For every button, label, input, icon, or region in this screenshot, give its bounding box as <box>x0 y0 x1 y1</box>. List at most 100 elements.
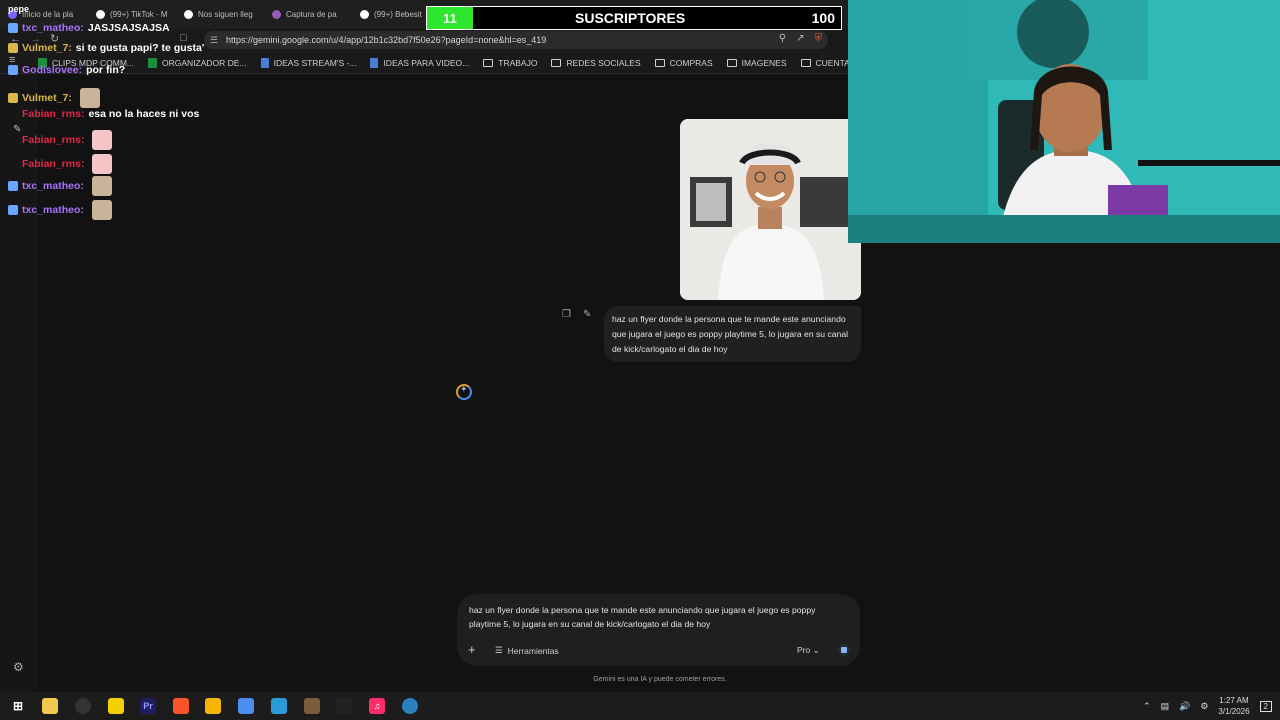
chat-badge-icon <box>8 159 18 169</box>
tab-favicon-icon <box>360 9 369 19</box>
url-text: https://gemini.google.com/u/4/app/12b1c3… <box>226 35 547 45</box>
tab-label: Nos siguen lleg <box>198 9 253 19</box>
tools-button[interactable]: ☰ Herramientas <box>495 645 559 656</box>
folder-icon <box>800 58 811 67</box>
disclaimer: Gemini es una IA y puede cometer errores… <box>593 676 727 683</box>
chat-badge-icon <box>8 109 18 119</box>
subscriber-count: 11 <box>443 10 457 26</box>
chat-badge-icon <box>8 23 18 33</box>
capcut-icon[interactable] <box>336 698 352 714</box>
chat-badge-icon <box>8 65 18 75</box>
subscriber-progress-fill: 11 <box>427 7 473 29</box>
minecraft-icon[interactable] <box>304 698 320 714</box>
tab-label: Inicio de la pla <box>22 9 74 19</box>
document-icon[interactable] <box>238 698 254 714</box>
chat-message: txc_matheo: <box>8 176 112 196</box>
chat-username[interactable]: Fabian_rms: <box>22 108 84 120</box>
chat-message: Vulmet_7: si te gusta papi? te gusta' <box>8 42 204 54</box>
site-settings-icon[interactable]: ☰ <box>210 35 218 46</box>
bookmark-item[interactable]: ORGANIZADOR DE... <box>148 57 247 68</box>
system-tray: ⌃ ▤ 🔊 ⚙ 1:27 AM 3/1/2026 2 <box>1143 692 1272 720</box>
brave-icon[interactable] <box>173 698 189 714</box>
screen: Inicio de la pla (99+) TikTok - M Nos sigu… <box>0 0 1280 720</box>
chat-username[interactable]: Vulmet_7: <box>22 42 72 54</box>
bookmark-item[interactable]: IDEAS PARA VIDEO... <box>370 57 469 68</box>
emote-icon <box>91 176 112 196</box>
chat-username[interactable]: Fabian_rms: <box>22 158 84 170</box>
chat-text: JASJSAJSAJSA <box>87 22 170 34</box>
browser-tab[interactable]: Nos siguen lleg <box>176 0 264 28</box>
notepad-icon[interactable] <box>205 698 221 714</box>
folder-icon <box>726 58 737 67</box>
chat-message: Fabian_rms: esa no la haces ni vos <box>8 108 199 120</box>
share-icon[interactable]: ↗ <box>796 33 804 44</box>
prompt-input[interactable]: haz un flyer donde la persona que te man… <box>469 603 839 631</box>
chat-username[interactable]: Vulmet_7: <box>22 92 72 104</box>
chat-username[interactable]: Godislovee: <box>22 64 82 76</box>
app-icon[interactable] <box>271 698 287 714</box>
chat-badge-icon <box>8 181 18 191</box>
chat-message: txc_matheo: <box>8 200 112 220</box>
folder-icon <box>654 58 665 67</box>
file-explorer-icon[interactable] <box>42 698 58 714</box>
notes-icon[interactable] <box>108 698 124 714</box>
user-prompt-bubble: haz un flyer donde la persona que te man… <box>604 306 861 362</box>
network-icon[interactable]: ▤ <box>1161 701 1170 712</box>
windows-taskbar: ⊞ Pr ♫ ⌃ ▤ 🔊 ⚙ 1:27 AM 3/1/2026 2 <box>0 692 1280 720</box>
model-selector[interactable]: Pro ⌄ <box>797 645 820 656</box>
user-prompt-text: haz un flyer donde la persona que te man… <box>612 314 849 354</box>
folder-icon <box>551 58 562 67</box>
chat-message: Fabian_rms: <box>8 154 113 174</box>
clock[interactable]: 1:27 AM 3/1/2026 <box>1218 695 1249 717</box>
streamer-illustration <box>848 0 1280 243</box>
add-attachment-icon[interactable]: + <box>468 642 476 657</box>
loading-spinner: ✦ <box>456 384 472 400</box>
tiktok-icon[interactable]: ♫ <box>369 698 385 714</box>
chat-message: Vulmet_7: <box>8 88 100 108</box>
folder-icon <box>483 58 494 67</box>
bookmarks-bar: CLIPS MDP COMM... ORGANIZADOR DE... IDEAS … <box>0 52 927 74</box>
notification-icon[interactable]: 2 <box>1259 700 1272 712</box>
subscriber-goal: 100 <box>811 10 835 26</box>
uploaded-photo[interactable] <box>680 119 861 300</box>
chat-username[interactable]: Fabian_rms: <box>22 134 84 146</box>
bookmark-item[interactable]: TRABAJO <box>483 58 537 68</box>
prompt-composer[interactable]: haz un flyer donde la persona que te man… <box>457 594 860 666</box>
stop-button[interactable] <box>838 644 850 656</box>
tools-label: Herramientas <box>507 645 559 656</box>
settings-icon[interactable]: ⚙ <box>13 660 24 674</box>
bookmark-item[interactable]: REDES SOCIALES <box>551 58 641 68</box>
chat-badge-icon <box>8 93 18 103</box>
address-bar[interactable]: ☰ https://gemini.google.com/u/4/app/12b1… <box>204 31 828 49</box>
bookmark-item[interactable]: IDEAS STREAM'S -... <box>260 57 356 68</box>
volume-icon[interactable]: 🔊 <box>1179 701 1190 712</box>
copy-icon[interactable]: ❐ <box>562 309 571 320</box>
chat-badge-icon <box>8 135 18 145</box>
tab-favicon-icon <box>184 9 193 19</box>
settings-tray-icon[interactable]: ⚙ <box>1200 701 1208 712</box>
tab-favicon-icon <box>96 9 105 19</box>
gemini-sparkle-icon: ✦ <box>460 384 468 394</box>
emote-icon <box>92 154 113 174</box>
chat-username[interactable]: txc_matheo: <box>22 204 84 216</box>
browser-tab[interactable]: Captura de pa <box>264 0 352 28</box>
chat-text: si te gusta papi? te gusta' <box>75 42 205 54</box>
bookmark-item[interactable]: COMPRAS <box>654 58 713 68</box>
edit-icon[interactable]: ✎ <box>583 309 591 320</box>
windows-start-icon[interactable]: ⊞ <box>10 698 26 714</box>
obs-icon[interactable] <box>75 698 91 714</box>
brave-shield-icon[interactable]: ⛨ <box>815 33 823 44</box>
premiere-icon[interactable]: Pr <box>140 698 156 714</box>
sheet-icon <box>148 57 158 68</box>
chat-message: Godislovee: por fin? <box>8 64 125 76</box>
tab-label: (99+) TikTok - M <box>110 9 168 19</box>
chat-badge-icon <box>8 205 18 215</box>
chevron-up-icon[interactable]: ⌃ <box>1143 701 1151 712</box>
globe-icon[interactable] <box>402 698 418 714</box>
tools-icon: ☰ <box>495 645 503 655</box>
tab-favicon-icon <box>272 9 281 19</box>
zoom-icon[interactable]: ⚲ <box>779 33 786 44</box>
bookmark-item[interactable]: IMAGENES <box>726 58 787 68</box>
chat-username[interactable]: txc_matheo: <box>22 22 84 34</box>
chat-username[interactable]: txc_matheo: <box>22 180 84 192</box>
